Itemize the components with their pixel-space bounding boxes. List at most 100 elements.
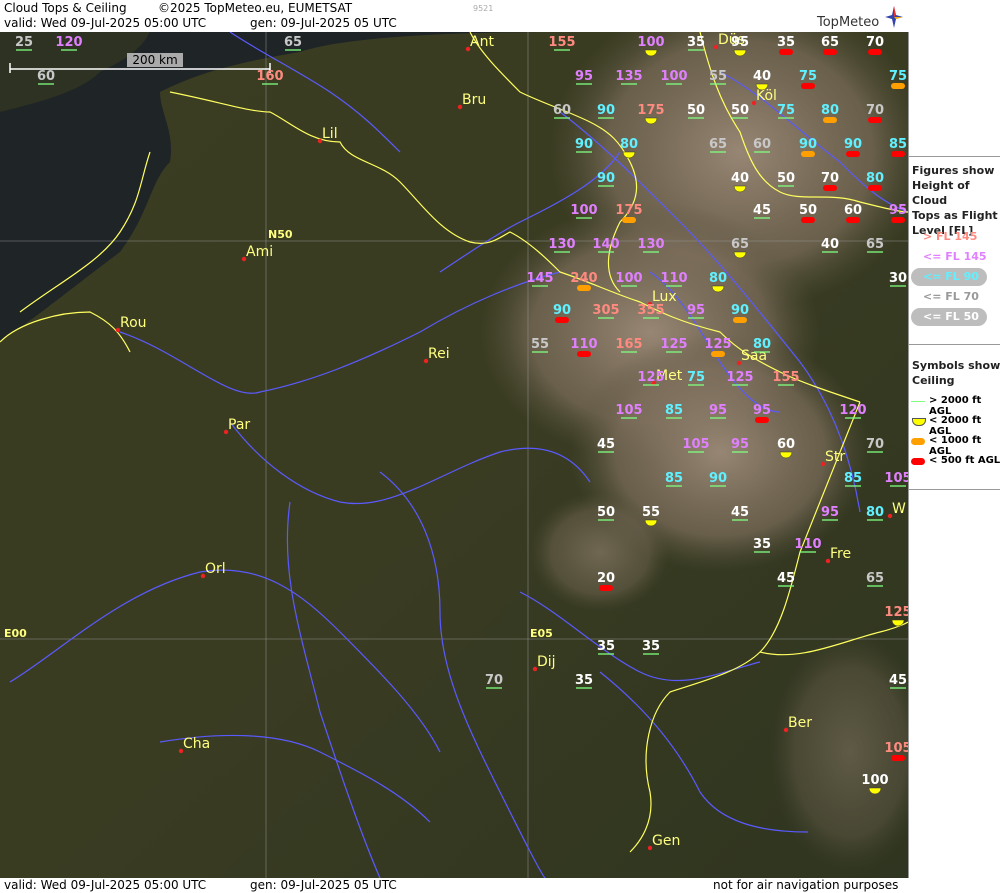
ceiling-symbol bbox=[846, 217, 860, 223]
legend-divider-mid bbox=[909, 344, 1000, 345]
cloud-top-marker: 120 bbox=[839, 403, 867, 419]
cloud-top-marker: 45 bbox=[597, 437, 615, 453]
cloud-top-marker: 50 bbox=[597, 505, 615, 521]
cloud-top-value: 35 bbox=[575, 673, 593, 688]
ceiling-symbol bbox=[891, 151, 905, 157]
cloud-top-marker: 155 bbox=[772, 370, 800, 386]
cloud-top-value: 105 bbox=[615, 403, 642, 418]
ceiling-symbol bbox=[779, 49, 793, 55]
cloud-top-value: 95 bbox=[687, 303, 705, 318]
cloud-top-marker: 120 bbox=[55, 35, 83, 51]
legend-fl-label: <= FL 90 bbox=[923, 270, 979, 283]
cloud-top-marker: 75 bbox=[777, 103, 795, 119]
cloud-top-marker: 70 bbox=[821, 171, 839, 191]
cloud-top-marker: 60 bbox=[37, 69, 55, 85]
cloud-top-marker: 85 bbox=[889, 137, 907, 157]
cloud-top-value: 105 bbox=[682, 437, 709, 452]
cloud-top-value: 120 bbox=[55, 35, 82, 50]
cloud-top-value: 100 bbox=[637, 35, 664, 50]
cloud-top-value: 95 bbox=[731, 437, 749, 452]
scale-label: 200 km bbox=[132, 53, 177, 67]
city-label: Ant bbox=[470, 34, 494, 50]
cloud-top-marker: 50 bbox=[777, 171, 795, 187]
cloud-top-marker: 105 bbox=[615, 403, 643, 419]
cloud-top-value: 45 bbox=[753, 203, 771, 218]
city-par: Par bbox=[223, 417, 250, 435]
cloud-top-value: 90 bbox=[709, 471, 727, 486]
cloud-top-marker: 20 bbox=[597, 571, 615, 591]
cloud-top-marker: 90 bbox=[575, 137, 593, 153]
grid-label-e00: E00 bbox=[4, 627, 27, 640]
satellite-map[interactable]: 200 km N50 E00 E05 Ant Bru Lil Ami Rou Rei Par Or… bbox=[0, 32, 908, 878]
cloud-top-value: 90 bbox=[553, 303, 571, 318]
ceiling-symbol bbox=[868, 49, 882, 55]
city-label: Cha bbox=[183, 736, 210, 752]
cloud-top-value: 125 bbox=[884, 605, 908, 620]
footer-gen: gen: 09-Jul-2025 05 UTC bbox=[250, 878, 397, 892]
cloud-top-value: 65 bbox=[709, 137, 727, 152]
legend-fl-label: <= FL 50 bbox=[923, 310, 979, 323]
cloud-top-value: 95 bbox=[731, 35, 749, 50]
ceiling-symbol bbox=[891, 755, 905, 761]
cloud-top-marker: 30 bbox=[889, 271, 907, 287]
cloud-top-value: 175 bbox=[637, 103, 664, 118]
cloud-top-value: 85 bbox=[889, 137, 907, 152]
cloud-top-value: 70 bbox=[821, 171, 839, 186]
cloud-top-value: 125 bbox=[637, 370, 664, 385]
cloud-top-marker: 95 bbox=[575, 69, 593, 85]
cloud-top-value: 80 bbox=[821, 103, 839, 118]
ceiling-symbol bbox=[801, 151, 815, 157]
cloud-top-value: 65 bbox=[866, 237, 884, 252]
ceiling-symbol bbox=[891, 83, 905, 89]
cloud-top-marker: 95 bbox=[687, 303, 705, 319]
cloud-top-marker: 165 bbox=[615, 337, 643, 353]
cloud-top-value: 60 bbox=[553, 103, 571, 118]
cloud-top-value: 65 bbox=[284, 35, 302, 50]
cloud-top-value: 60 bbox=[777, 437, 795, 452]
cloud-top-value: 75 bbox=[889, 69, 907, 84]
cloud-top-marker: 90 bbox=[597, 103, 615, 119]
compass-icon bbox=[885, 6, 903, 28]
legend-fl-item: <= FL 90 bbox=[909, 268, 1000, 288]
cloud-top-value: 70 bbox=[866, 437, 884, 452]
cloud-top-marker: 95 bbox=[731, 437, 749, 453]
cloud-top-marker: 90 bbox=[844, 137, 862, 157]
cloud-top-marker: 100 bbox=[570, 203, 598, 219]
ceiling-symbol bbox=[801, 217, 815, 223]
cloud-top-value: 305 bbox=[592, 303, 619, 318]
cloud-top-marker: 125 bbox=[637, 370, 665, 386]
city-label: Str bbox=[825, 449, 845, 465]
cloud-top-marker: 55 bbox=[709, 69, 727, 85]
legend-symbol-swatch bbox=[912, 418, 926, 426]
cloud-top-marker: 85 bbox=[844, 471, 862, 487]
cloud-top-value: 90 bbox=[731, 303, 749, 318]
city-label: Rou bbox=[120, 315, 147, 331]
legend-divider-top bbox=[909, 156, 1000, 157]
cloud-top-marker: 65 bbox=[866, 571, 884, 587]
legend-fl-label: <= FL 70 bbox=[923, 290, 979, 303]
map-title: Cloud Tops & Ceiling bbox=[4, 1, 127, 15]
cloud-top-value: 60 bbox=[753, 137, 771, 152]
cloud-top-marker: 305 bbox=[592, 303, 620, 319]
cloud-top-value: 45 bbox=[777, 571, 795, 586]
city-cha: Cha bbox=[178, 736, 210, 754]
cloud-top-value: 65 bbox=[821, 35, 839, 50]
cloud-top-value: 35 bbox=[777, 35, 795, 50]
cloud-top-marker: 145 bbox=[526, 271, 554, 287]
ceiling-symbol bbox=[823, 117, 837, 123]
cloud-top-value: 35 bbox=[687, 35, 705, 50]
cloud-top-value: 50 bbox=[731, 103, 749, 118]
ceiling-symbol bbox=[801, 83, 815, 89]
cloud-top-marker: 60 bbox=[844, 203, 862, 223]
cloud-top-value: 100 bbox=[615, 271, 642, 286]
ceiling-symbol bbox=[577, 285, 591, 291]
cloud-top-value: 155 bbox=[772, 370, 799, 385]
footer: valid: Wed 09-Jul-2025 05:00 UTC gen: 09… bbox=[0, 878, 1000, 893]
ceiling-symbol bbox=[711, 351, 725, 357]
cloud-top-marker: 125 bbox=[726, 370, 754, 386]
cloud-top-value: 80 bbox=[866, 171, 884, 186]
cloud-top-value: 25 bbox=[15, 35, 33, 50]
cloud-top-marker: 90 bbox=[799, 137, 817, 157]
cloud-top-value: 110 bbox=[570, 337, 597, 352]
cloud-top-marker: 80 bbox=[821, 103, 839, 123]
